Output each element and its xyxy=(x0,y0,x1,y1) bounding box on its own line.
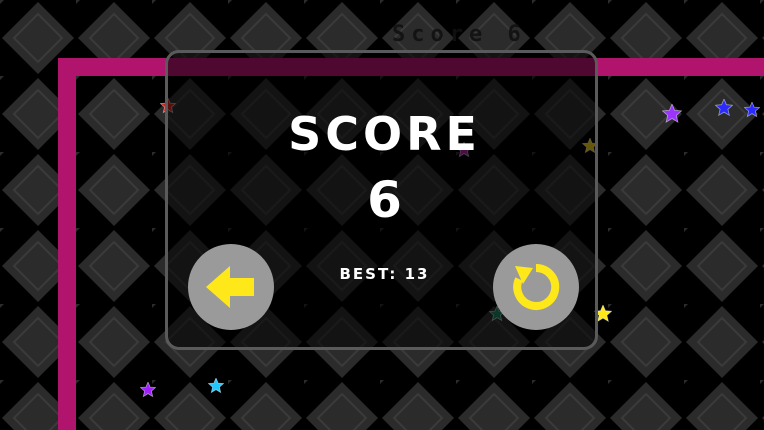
wall-left xyxy=(58,58,76,430)
star-pickup xyxy=(714,97,734,121)
score-value: 6 xyxy=(367,171,402,229)
game-over-panel: SCORE 6 BEST: 13 xyxy=(165,50,598,350)
hud-score: Score 6 xyxy=(392,22,527,47)
star-pickup xyxy=(661,102,683,128)
restart-icon xyxy=(513,263,560,310)
arrow-left-icon xyxy=(206,266,254,308)
back-button[interactable] xyxy=(188,244,274,330)
restart-button[interactable] xyxy=(493,244,579,330)
star-pickup xyxy=(139,380,157,402)
score-title: SCORE xyxy=(288,107,481,161)
star-pickup xyxy=(743,100,761,122)
game-screen: Score 6 SCORE 6 BEST: 13 xyxy=(0,0,764,430)
star-pickup xyxy=(207,376,225,398)
